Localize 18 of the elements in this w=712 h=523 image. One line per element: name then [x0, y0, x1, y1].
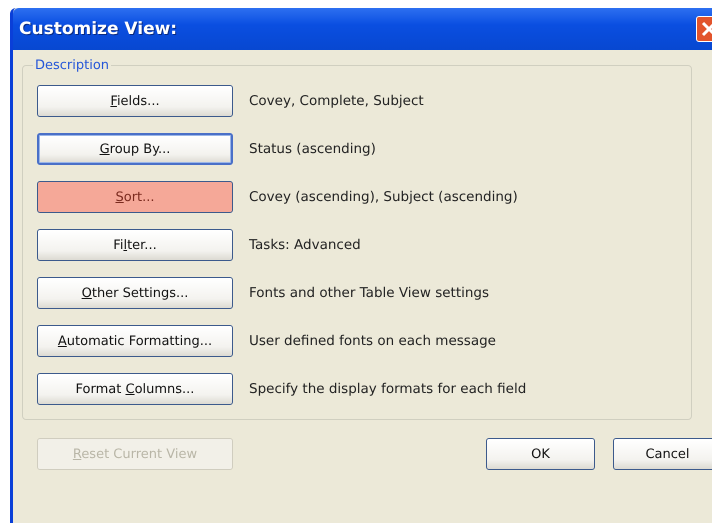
group-title: Description [34, 58, 110, 73]
setting-description: Covey, Complete, Subject [249, 93, 424, 109]
setting-description: Tasks: Advanced [249, 237, 361, 253]
view-button[interactable]: Other Settings... [37, 277, 233, 309]
window-title: Customize View: [19, 19, 178, 39]
setting-description: User defined fonts on each message [249, 333, 496, 349]
setting-description: Fonts and other Table View settings [249, 285, 490, 301]
view-button[interactable]: Automatic Formatting... [37, 325, 233, 357]
setting-description: Covey (ascending), Subject (ascending) [249, 189, 518, 205]
view-button[interactable]: Fields... [37, 85, 233, 117]
setting-description: Status (ascending) [249, 141, 376, 157]
view-button[interactable]: Sort... [37, 181, 233, 213]
ok-button[interactable]: OK [486, 438, 595, 470]
view-button[interactable]: Filter... [37, 229, 233, 261]
cancel-button[interactable]: Cancel [613, 438, 712, 470]
setting-description: Specify the display formats for each field [249, 381, 526, 397]
view-button[interactable]: Group By... [37, 133, 233, 165]
view-button[interactable]: Format Columns... [37, 373, 233, 405]
